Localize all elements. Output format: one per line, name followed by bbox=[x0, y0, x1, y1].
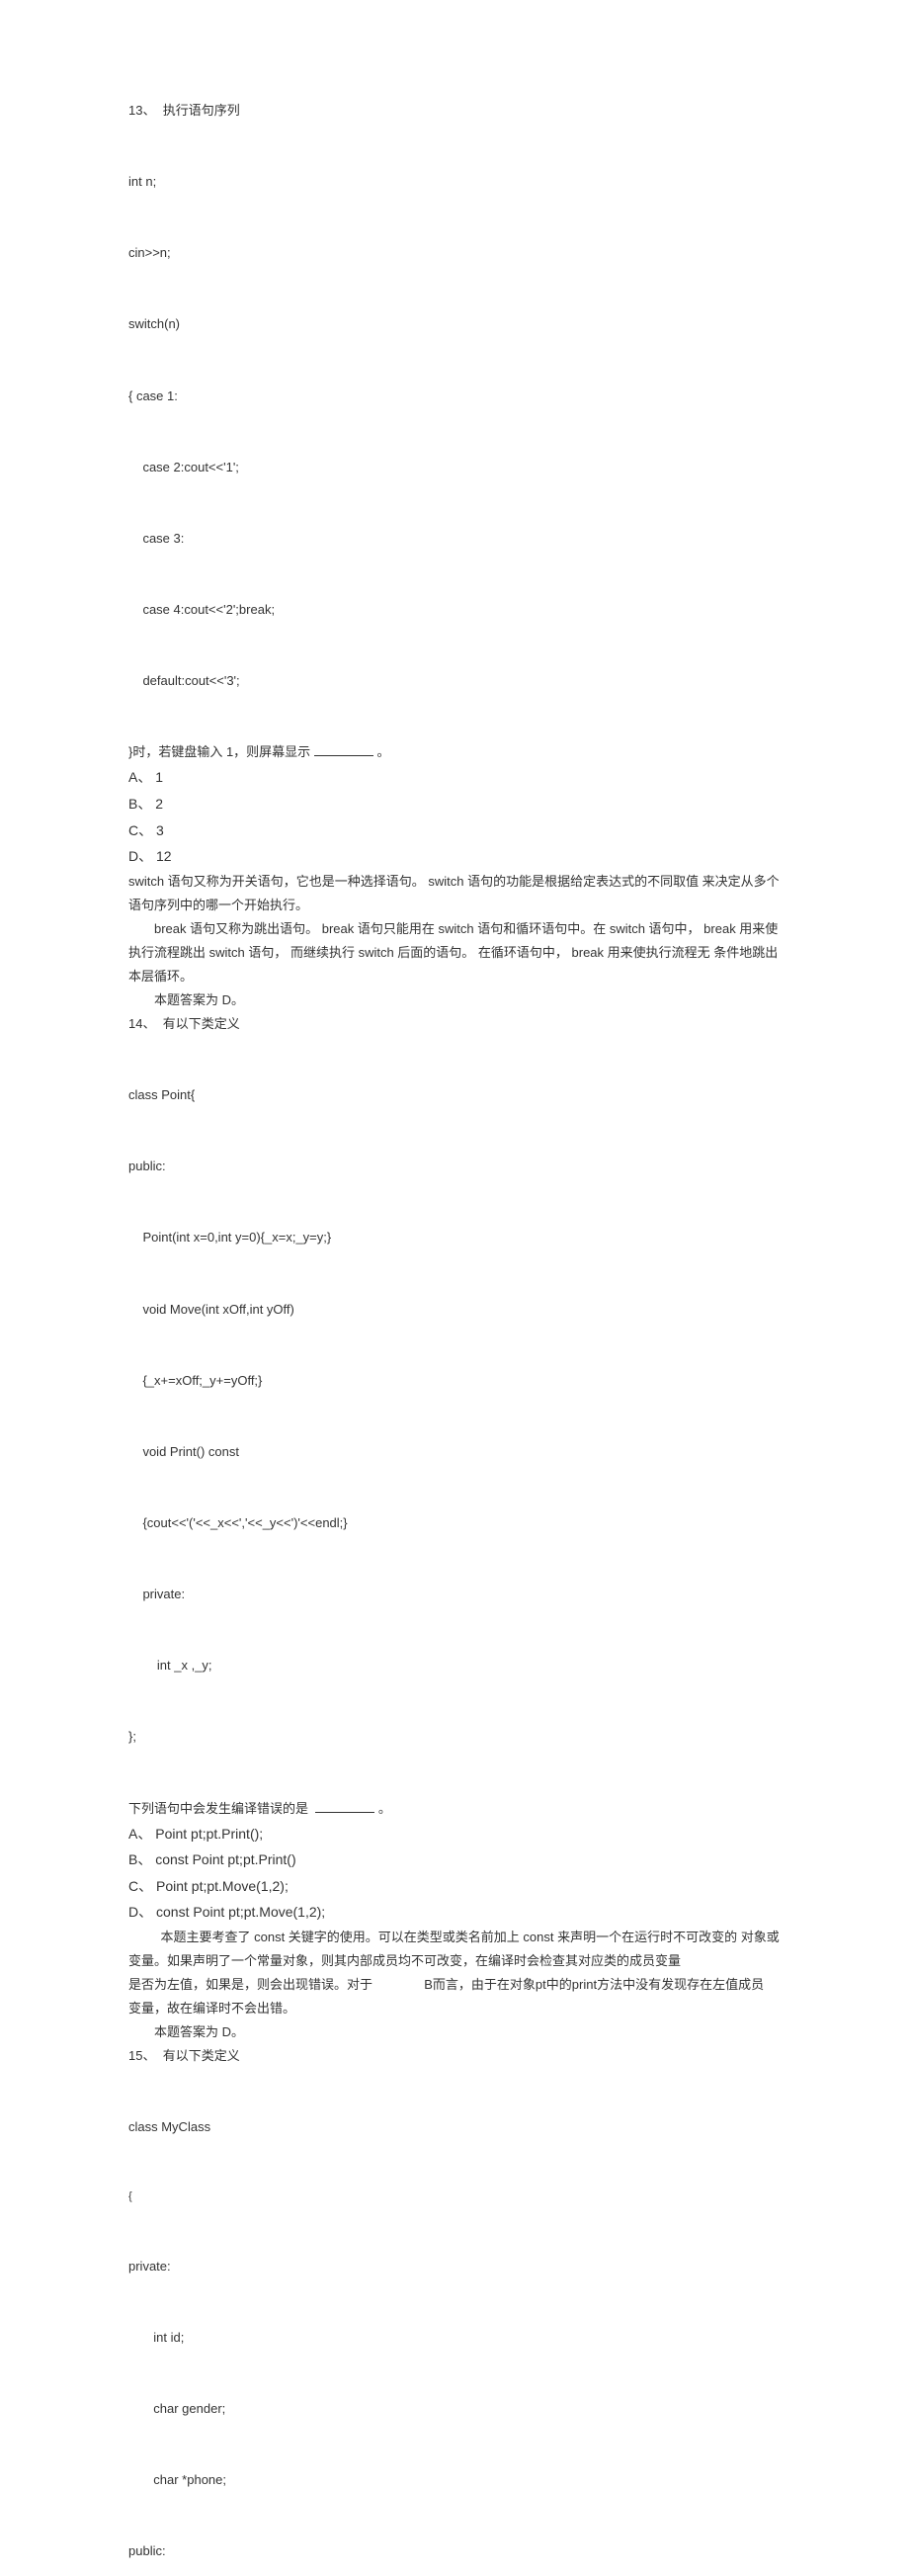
code-line: cin>>n; bbox=[128, 241, 781, 265]
q13-option-c: C、 3 bbox=[128, 817, 781, 844]
q14-tail-pre: 下列语句中会发生编译错误的是 bbox=[128, 1801, 308, 1816]
code-line: {cout<<'('<<_x<<','<<_y<<')'<<endl;} bbox=[128, 1511, 781, 1535]
q14-title: 有以下类定义 bbox=[163, 1016, 240, 1031]
code-line: int _x ,_y; bbox=[128, 1654, 781, 1677]
q14-code: class Point{ public: Point(int x=0,int y… bbox=[128, 1036, 781, 1797]
code-line: int id; bbox=[128, 2326, 781, 2350]
q13-number: 13、 bbox=[128, 99, 155, 123]
code-line: class MyClass bbox=[128, 2115, 781, 2139]
q15-header: 15、 有以下类定义 bbox=[128, 2044, 781, 2068]
question-13: 13、 执行语句序列 int n; cin>>n; switch(n) { ca… bbox=[128, 99, 781, 1012]
code-line: private: bbox=[128, 2255, 781, 2278]
q14-explain-3: 变量，故在编译时不会出错。 bbox=[128, 1997, 781, 2020]
q14-tail: 下列语句中会发生编译错误的是 。 bbox=[128, 1797, 781, 1821]
code-line: {_x+=xOff;_y+=yOff;} bbox=[128, 1369, 781, 1393]
q13-option-b: B、 2 bbox=[128, 791, 781, 817]
code-line: class Point{ bbox=[128, 1083, 781, 1107]
code-line: char gender; bbox=[128, 2397, 781, 2421]
code-line: { case 1: bbox=[128, 385, 781, 408]
q14-explain-2: 是否为左值，如果是，则会出现错误。对于 B而言，由于在对象pt中的print方法… bbox=[128, 1973, 781, 1997]
q13-header: 13、 执行语句序列 bbox=[128, 99, 781, 123]
q13-tail: }时，若键盘输入 1，则屏幕显示 。 bbox=[128, 740, 781, 764]
blank-fill bbox=[315, 1799, 374, 1813]
q13-tail-pre: }时，若键盘输入 1，则屏幕显示 bbox=[128, 744, 310, 759]
code-line: Point(int x=0,int y=0){_x=x;_y=y;} bbox=[128, 1226, 781, 1249]
code-line: case 2:cout<<'1'; bbox=[128, 456, 781, 479]
code-line: switch(n) bbox=[128, 312, 781, 336]
code-line: { bbox=[128, 2187, 781, 2206]
q14-option-c: C、 Point pt;pt.Move(1,2); bbox=[128, 1873, 781, 1900]
code-line: void Move(int xOff,int yOff) bbox=[128, 1298, 781, 1322]
code-line: public: bbox=[128, 1155, 781, 1178]
blank-fill bbox=[314, 742, 373, 756]
q13-option-d: D、 12 bbox=[128, 843, 781, 870]
q14-option-b: B、 const Point pt;pt.Print() bbox=[128, 1846, 781, 1873]
q14-answer: 本题答案为 D。 bbox=[128, 2020, 781, 2044]
code-line: case 3: bbox=[128, 527, 781, 551]
q15-title: 有以下类定义 bbox=[163, 2048, 240, 2063]
code-line: char *phone; bbox=[128, 2468, 781, 2492]
q14-header: 14、 有以下类定义 bbox=[128, 1012, 781, 1036]
code-line: case 4:cout<<'2';break; bbox=[128, 598, 781, 622]
q13-answer: 本题答案为 D。 bbox=[128, 988, 781, 1012]
code-line: void Print() const bbox=[128, 1440, 781, 1464]
code-line: private: bbox=[128, 1583, 781, 1606]
q14-exp2b: B而言，由于在对象pt中的print方法中没有发现存在左值成员 bbox=[424, 1977, 764, 1992]
q15-code: class MyClass { private: int id; char ge… bbox=[128, 2068, 781, 2576]
code-line: int n; bbox=[128, 170, 781, 194]
q14-option-a: A、 Point pt;pt.Print(); bbox=[128, 1821, 781, 1847]
question-15: 15、 有以下类定义 class MyClass { private: int … bbox=[128, 2044, 781, 2576]
q15-number: 15、 bbox=[128, 2044, 155, 2068]
q13-code: int n; cin>>n; switch(n) { case 1: case … bbox=[128, 123, 781, 740]
q14-exp2a: 是否为左值，如果是，则会出现错误。对于 bbox=[128, 1977, 372, 1992]
q14-tail-post: 。 bbox=[378, 1801, 391, 1816]
question-14: 14、 有以下类定义 class Point{ public: Point(in… bbox=[128, 1012, 781, 2044]
q14-number: 14、 bbox=[128, 1012, 155, 1036]
q13-explain-1: switch 语句又称为开关语句，它也是一种选择语句。 switch 语句的功能… bbox=[128, 870, 781, 917]
code-line: }; bbox=[128, 1725, 781, 1749]
q13-title: 执行语句序列 bbox=[163, 103, 240, 118]
q13-option-a: A、 1 bbox=[128, 764, 781, 791]
code-line: default:cout<<'3'; bbox=[128, 669, 781, 693]
q13-explain-2: break 语句又称为跳出语句。 break 语句只能用在 switch 语句和… bbox=[128, 917, 781, 988]
code-line: public: bbox=[128, 2539, 781, 2563]
q13-tail-post: 。 bbox=[376, 744, 389, 759]
q14-option-d: D、 const Point pt;pt.Move(1,2); bbox=[128, 1899, 781, 1926]
q14-explain-1: 本题主要考查了 const 关键字的使用。可以在类型或类名前加上 const 来… bbox=[128, 1926, 781, 1973]
